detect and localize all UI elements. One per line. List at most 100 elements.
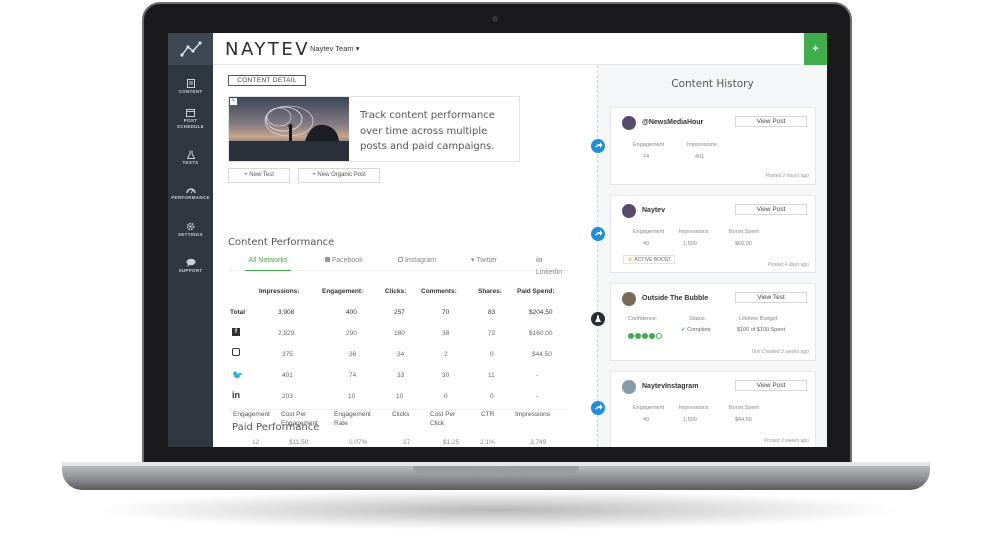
cell: 2,929 bbox=[278, 330, 295, 337]
network-tabs: All Networks Facebook Instagram ▾ Twitte… bbox=[228, 255, 568, 276]
tab-linkedin[interactable]: in Linkedin bbox=[536, 255, 568, 276]
metric-value: 40 bbox=[643, 241, 650, 247]
col-comments: Comments: bbox=[421, 288, 457, 295]
bolt-icon: ⚡ bbox=[627, 257, 634, 263]
edit-corner-icon[interactable]: ✎ bbox=[230, 98, 237, 105]
tab-linkedin-label: Linkedin bbox=[536, 269, 563, 276]
cell: 0 bbox=[490, 393, 494, 400]
tab-all-networks[interactable]: All Networks bbox=[245, 255, 291, 271]
content-history-title: Content History bbox=[671, 78, 754, 90]
cell: 38 bbox=[442, 330, 450, 337]
view-post-button[interactable]: View Post bbox=[735, 204, 807, 215]
paid-cell: 0.07% bbox=[349, 439, 368, 446]
content-performance-title: Content Performance bbox=[228, 237, 335, 248]
new-organic-post-label: New Organic Post bbox=[317, 172, 366, 178]
cell: 30 bbox=[442, 372, 450, 379]
paid-col-line2: Click bbox=[430, 420, 445, 427]
share-icon[interactable] bbox=[591, 227, 605, 241]
metric-value: 40 bbox=[643, 417, 650, 423]
sidebar-item-label: SUPPORT bbox=[178, 268, 203, 273]
avatar bbox=[622, 380, 636, 394]
cell: 257 bbox=[394, 309, 405, 316]
add-button[interactable]: + bbox=[804, 33, 827, 65]
cell: 33 bbox=[397, 372, 405, 379]
sidebar-item-support[interactable]: SUPPORT bbox=[168, 258, 213, 274]
cell: - bbox=[536, 393, 539, 400]
col-shares: Shares: bbox=[478, 288, 502, 295]
avatar bbox=[622, 204, 636, 218]
check-icon: ✔ bbox=[681, 327, 686, 333]
facebook-icon bbox=[325, 257, 330, 262]
metric-label: Engagement bbox=[633, 229, 665, 235]
new-organic-post-button[interactable]: + New Organic Post bbox=[298, 168, 380, 183]
content-description: Track content performance over time acro… bbox=[360, 110, 495, 152]
sidebar-item-tests[interactable]: TESTS bbox=[168, 150, 213, 166]
metric-label: Confidence: bbox=[628, 316, 658, 322]
cell: $160.00 bbox=[529, 330, 553, 337]
twitter-icon: ▾ bbox=[471, 257, 475, 264]
view-test-button[interactable]: View Test bbox=[735, 292, 807, 303]
new-test-button[interactable]: + New Test bbox=[228, 168, 290, 183]
plus-icon: + bbox=[312, 172, 316, 178]
gear-icon bbox=[186, 222, 195, 231]
paid-cell: $11.50 bbox=[289, 439, 309, 446]
paid-cell: 3,749 bbox=[530, 439, 547, 446]
gauge-icon bbox=[185, 188, 196, 194]
avatar bbox=[622, 116, 636, 130]
cell: 0 bbox=[490, 351, 494, 358]
paid-cell: 2.1% bbox=[480, 439, 495, 446]
calendar-icon bbox=[186, 109, 195, 117]
app-logo[interactable] bbox=[168, 33, 213, 65]
account-name: Naytev bbox=[642, 207, 665, 214]
share-icon[interactable] bbox=[591, 401, 605, 415]
account-name: NaytevInstagram bbox=[642, 383, 699, 390]
paid-col: Impressions bbox=[515, 411, 551, 418]
sidebar-item-content[interactable]: CONTENT bbox=[168, 79, 213, 95]
paid-col-line2: Engagement bbox=[281, 420, 318, 427]
tab-facebook[interactable]: Facebook bbox=[325, 255, 363, 271]
webcam bbox=[492, 16, 498, 22]
post-time: Posted 2 hours ago bbox=[765, 173, 809, 179]
content-history-panel: Content History @NewsMediaHour View Post… bbox=[598, 65, 827, 447]
metric-value: $60.00 bbox=[735, 241, 752, 247]
plus-icon: + bbox=[244, 172, 248, 178]
cell: 3,908 bbox=[278, 309, 295, 316]
confidence-dot bbox=[642, 333, 648, 339]
thumbnail-image bbox=[229, 105, 349, 161]
sidebar-item-label: TESTS bbox=[182, 160, 199, 165]
tab-twitter[interactable]: ▾ Twitter bbox=[471, 255, 497, 271]
confidence-meter bbox=[628, 326, 662, 344]
account-name: @NewsMediaHour bbox=[642, 119, 704, 126]
paid-col: Cost Per bbox=[430, 411, 456, 418]
paid-col-line2: Rate bbox=[334, 420, 348, 427]
paid-col: Clicks bbox=[392, 411, 410, 418]
sidebar-item-label: SETTINGS bbox=[178, 232, 203, 237]
view-post-button[interactable]: View Post bbox=[735, 116, 807, 127]
cell: 0 bbox=[444, 393, 448, 400]
confidence-dot bbox=[649, 333, 655, 339]
cell: 10 bbox=[396, 393, 404, 400]
share-icon[interactable] bbox=[591, 139, 605, 153]
metric-value: 1,500 bbox=[683, 241, 697, 247]
sidebar-item-performance[interactable]: PERFORMANCE bbox=[168, 186, 213, 201]
cell: 72 bbox=[488, 330, 496, 337]
cell: 203 bbox=[282, 393, 293, 400]
metric-value: 401 bbox=[695, 154, 705, 160]
tab-instagram[interactable]: Instagram bbox=[398, 255, 436, 271]
view-post-button[interactable]: View Post bbox=[735, 380, 807, 391]
cell: 70 bbox=[442, 309, 450, 316]
team-selector[interactable]: Naytev Team ▾ bbox=[310, 44, 360, 53]
sidebar-item-post-schedule[interactable]: POST SCHEDULE bbox=[168, 108, 213, 129]
sidebar-item-settings[interactable]: SETTINGS bbox=[168, 222, 213, 238]
main-content: CONTENT DETAIL ✎ Track content performan… bbox=[213, 65, 598, 447]
paid-col: CTR bbox=[481, 411, 495, 418]
avatar bbox=[622, 292, 636, 306]
history-card: Outside The Bubble View Test Confidence:… bbox=[610, 283, 816, 361]
cell: 10 bbox=[348, 393, 356, 400]
content-card: ✎ Track content performance over time ac… bbox=[228, 96, 520, 162]
test-flask-icon[interactable] bbox=[591, 312, 605, 326]
content-thumbnail[interactable]: ✎ bbox=[229, 97, 349, 161]
paid-col: Engagement bbox=[334, 411, 371, 418]
cell: 83 bbox=[488, 309, 496, 316]
test-created-time: Test Created 3 weeks ago bbox=[751, 349, 809, 355]
